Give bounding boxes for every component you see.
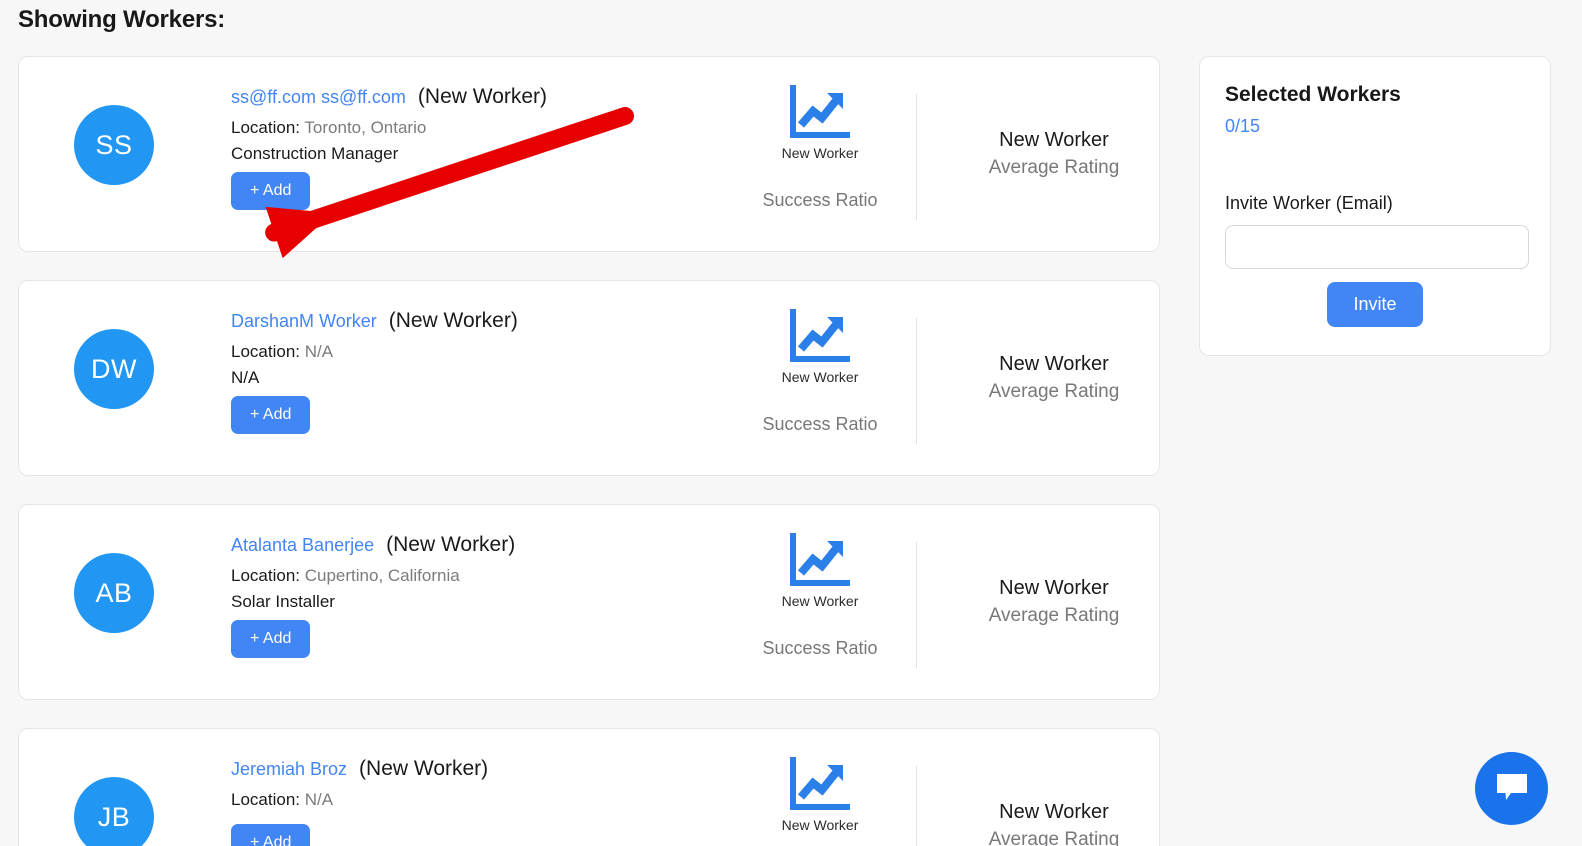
success-ratio-value: New Worker <box>781 593 859 609</box>
average-rating-block: New Worker Average Rating <box>949 801 1159 846</box>
avatar: DW <box>74 329 154 409</box>
worker-location: Location: Toronto, Ontario <box>231 118 711 138</box>
success-ratio-block: New Worker Success Ratio <box>755 757 885 846</box>
worker-name-link[interactable]: ss@ff.com ss@ff.com <box>231 87 406 108</box>
location-value: Toronto, Ontario <box>304 118 427 137</box>
worker-name-link[interactable]: DarshanM Worker <box>231 311 377 332</box>
location-prefix: Location: <box>231 566 300 585</box>
worker-list: SS ss@ff.com ss@ff.com (New Worker) Loca… <box>18 56 1160 846</box>
selected-workers-panel: Selected Workers 0/15 Invite Worker (Ema… <box>1199 56 1551 356</box>
success-ratio-value: New Worker <box>781 145 859 161</box>
add-worker-button[interactable]: + Add <box>231 172 311 210</box>
average-rating-label: Average Rating <box>988 381 1120 402</box>
average-rating-label: Average Rating <box>988 829 1120 846</box>
stats-divider <box>916 542 917 668</box>
location-prefix: Location: <box>231 118 300 137</box>
worker-card: JB Jeremiah Broz (New Worker) Location: … <box>18 728 1160 846</box>
worker-role: N/A <box>231 368 260 387</box>
worker-role: Solar Installer <box>231 592 335 611</box>
avatar: AB <box>74 553 154 633</box>
add-worker-button[interactable]: + Add <box>231 824 311 846</box>
new-worker-tag: (New Worker) <box>386 533 516 556</box>
worker-card: AB Atalanta Banerjee (New Worker) Locati… <box>18 504 1160 700</box>
trend-up-chart-icon <box>755 757 885 813</box>
worker-location: Location: N/A <box>231 790 711 810</box>
page-title: Showing Workers: <box>18 6 226 33</box>
average-rating-block: New Worker Average Rating <box>949 353 1159 403</box>
worker-name-row: Jeremiah Broz (New Worker) <box>231 757 711 781</box>
worker-name-link[interactable]: Jeremiah Broz <box>231 759 347 780</box>
success-ratio-value: New Worker <box>781 817 859 833</box>
chat-bubble-icon <box>1495 772 1529 805</box>
success-ratio-label: Success Ratio <box>762 638 878 658</box>
average-rating-block: New Worker Average Rating <box>949 577 1159 627</box>
success-ratio-block: New Worker Success Ratio <box>755 85 885 211</box>
invite-worker-label: Invite Worker (Email) <box>1225 193 1393 213</box>
new-worker-tag: (New Worker) <box>417 85 548 108</box>
invite-email-input[interactable] <box>1225 225 1529 269</box>
success-ratio-block: New Worker Success Ratio <box>755 309 885 435</box>
new-worker-tag: (New Worker) <box>359 757 489 780</box>
location-prefix: Location: <box>231 342 300 361</box>
success-ratio-value: New Worker <box>781 369 859 385</box>
location-value: N/A <box>304 342 334 361</box>
average-rating-value: New Worker <box>999 801 1109 823</box>
selected-workers-title: Selected Workers <box>1225 83 1401 106</box>
trend-up-chart-icon <box>755 85 885 141</box>
workers-page: Showing Workers: SS ss@ff.com ss@ff.com … <box>0 0 1582 846</box>
worker-role: Construction Manager <box>231 144 399 163</box>
add-worker-button[interactable]: + Add <box>231 396 311 434</box>
worker-name-row: ss@ff.com ss@ff.com (New Worker) <box>231 85 711 109</box>
selected-workers-count[interactable]: 0/15 <box>1225 116 1525 137</box>
location-prefix: Location: <box>231 790 300 809</box>
avatar: JB <box>74 777 154 846</box>
average-rating-block: New Worker Average Rating <box>949 129 1159 179</box>
worker-name-link[interactable]: Atalanta Banerjee <box>231 535 374 556</box>
new-worker-tag: (New Worker) <box>388 309 518 332</box>
success-ratio-label: Success Ratio <box>762 190 878 210</box>
stats-divider <box>916 766 917 846</box>
average-rating-label: Average Rating <box>988 605 1120 626</box>
worker-location: Location: Cupertino, California <box>231 566 711 586</box>
worker-name-row: Atalanta Banerjee (New Worker) <box>231 533 711 557</box>
average-rating-value: New Worker <box>999 577 1109 599</box>
average-rating-label: Average Rating <box>988 157 1120 178</box>
worker-identity: Atalanta Banerjee (New Worker) Location:… <box>231 533 711 658</box>
success-ratio-label: Success Ratio <box>762 414 878 434</box>
trend-up-chart-icon <box>755 533 885 589</box>
success-ratio-block: New Worker Success Ratio <box>755 533 885 659</box>
worker-identity: Jeremiah Broz (New Worker) Location: N/A… <box>231 757 711 846</box>
worker-identity: DarshanM Worker (New Worker) Location: N… <box>231 309 711 434</box>
add-worker-button[interactable]: + Add <box>231 620 311 658</box>
invite-button[interactable]: Invite <box>1327 282 1423 327</box>
worker-card: DW DarshanM Worker (New Worker) Location… <box>18 280 1160 476</box>
location-value: Cupertino, California <box>304 566 460 585</box>
stats-divider <box>916 94 917 220</box>
location-value: N/A <box>304 790 334 809</box>
average-rating-value: New Worker <box>999 353 1109 375</box>
stats-divider <box>916 318 917 444</box>
avatar: SS <box>74 105 154 185</box>
worker-name-row: DarshanM Worker (New Worker) <box>231 309 711 333</box>
chat-support-button[interactable] <box>1475 752 1548 825</box>
worker-location: Location: N/A <box>231 342 711 362</box>
trend-up-chart-icon <box>755 309 885 365</box>
worker-identity: ss@ff.com ss@ff.com (New Worker) Locatio… <box>231 85 711 210</box>
worker-card: SS ss@ff.com ss@ff.com (New Worker) Loca… <box>18 56 1160 252</box>
average-rating-value: New Worker <box>999 129 1109 151</box>
